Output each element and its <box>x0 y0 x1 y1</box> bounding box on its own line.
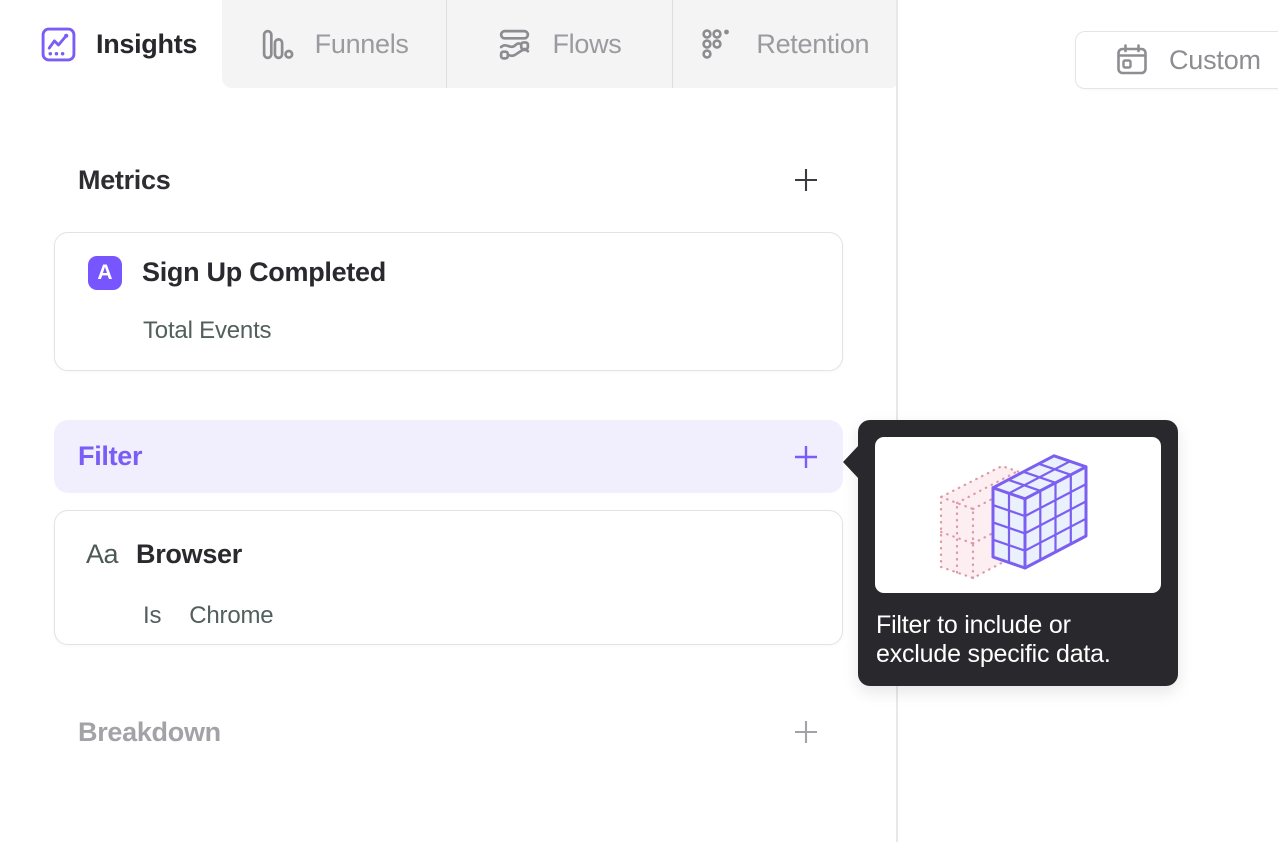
filter-card[interactable]: Aa Browser Is Chrome <box>54 510 843 645</box>
breakdown-section-header: Breakdown <box>54 712 843 752</box>
tooltip-text-line1: Filter to include or <box>876 611 1071 639</box>
retention-dots-icon <box>702 29 730 59</box>
filter-kebab-menu-icon[interactable] <box>802 537 814 572</box>
tab-insights[interactable]: Insights <box>0 0 222 88</box>
tab-insights-label: Insights <box>96 28 198 59</box>
funnels-bars-icon <box>262 29 294 59</box>
metric-series-badge: A <box>88 255 122 290</box>
calendar-icon <box>1117 44 1147 75</box>
date-range-custom-button[interactable]: Custom <box>1075 31 1278 89</box>
filter-card-title: Browser <box>136 539 242 569</box>
tab-group-inactive: Funnels Flows Retention <box>222 0 897 88</box>
metric-card-title: Sign Up Completed <box>142 257 386 287</box>
metrics-section-header: Metrics <box>54 160 843 200</box>
tab-funnels[interactable]: Funnels <box>222 0 446 88</box>
add-breakdown-icon[interactable] <box>793 719 819 745</box>
metrics-title: Metrics <box>78 164 171 195</box>
flows-stream-icon <box>500 29 530 60</box>
filter-section-header[interactable]: Filter <box>54 420 843 493</box>
filter-title: Filter <box>78 441 143 471</box>
tooltip-arrow <box>843 445 859 479</box>
tab-flows[interactable]: Flows <box>446 0 671 88</box>
insights-chart-icon <box>41 27 76 61</box>
filter-value[interactable]: Chrome <box>189 602 273 629</box>
metric-kebab-menu-icon[interactable] <box>802 255 814 290</box>
tab-funnels-label: Funnels <box>314 28 409 59</box>
filter-operator[interactable]: Is <box>143 602 161 629</box>
metric-card[interactable]: A Sign Up Completed Total Events <box>54 232 843 371</box>
breakdown-title: Breakdown <box>78 716 221 747</box>
metric-card-subtitle[interactable]: Total Events <box>143 317 272 345</box>
tab-flows-label: Flows <box>552 28 622 59</box>
tab-retention-label: Retention <box>756 28 870 59</box>
date-range-label: Custom <box>1169 44 1261 75</box>
add-filter-icon[interactable] <box>793 444 819 470</box>
filter-tooltip: Filter to include or exclude specific da… <box>843 420 1178 686</box>
tooltip-text-line2: exclude specific data. <box>876 640 1111 668</box>
tab-retention[interactable]: Retention <box>671 0 897 88</box>
tooltip-illustration-frame <box>875 437 1161 593</box>
cube-grid-illustration-icon <box>939 454 1088 580</box>
add-metric-icon[interactable] <box>793 167 819 193</box>
property-type-text-icon: Aa <box>86 539 119 569</box>
